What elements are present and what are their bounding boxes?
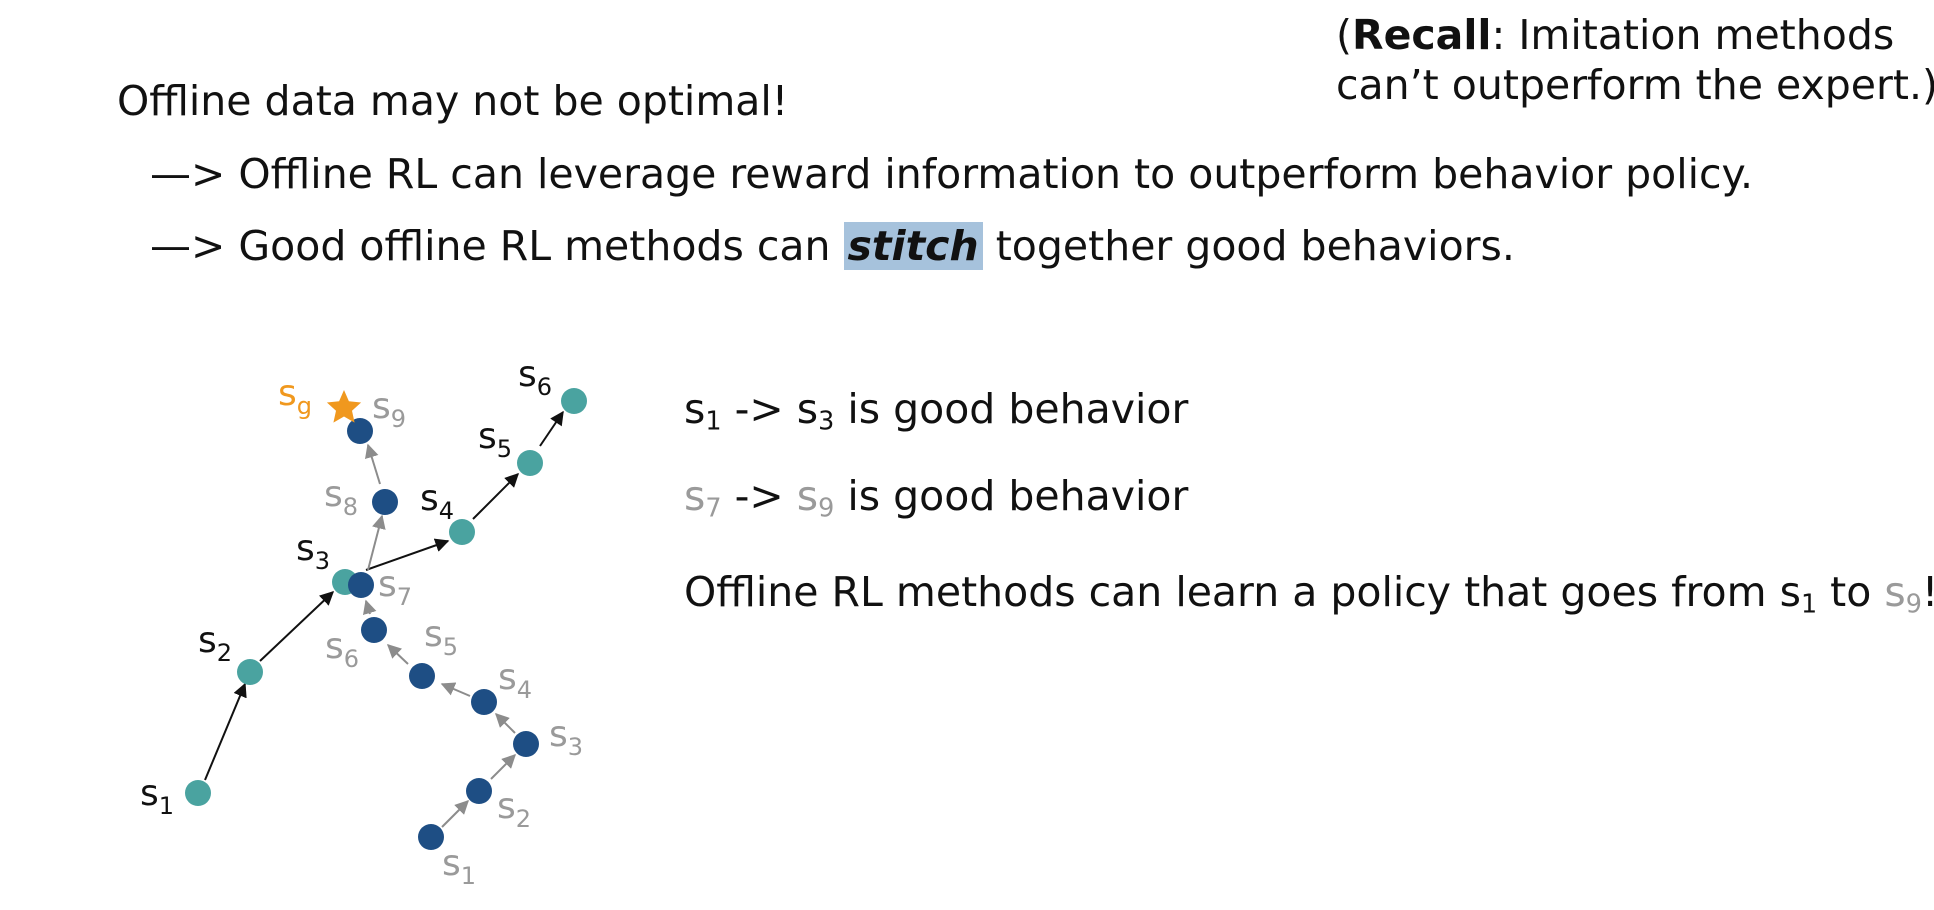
navy-label-s5: s5 (424, 614, 458, 661)
arrow-n8-n9 (365, 443, 381, 485)
teal-node-s1 (185, 780, 211, 806)
arrow-n7-n8 (367, 514, 386, 571)
arrow-t4-t5 (472, 473, 519, 520)
navy-node-s6 (361, 617, 387, 643)
navy-node-s9 (347, 418, 373, 444)
teal-label-s6: s6 (518, 354, 552, 401)
navy-node-s4 (471, 689, 497, 715)
navy-label-s8: s8 (324, 474, 358, 521)
arrow-n2-n3 (490, 754, 516, 780)
arrow-n3-n4 (495, 713, 516, 734)
arrow-t2-t3 (259, 591, 335, 662)
teal-label-s2: s2 (198, 620, 232, 667)
teal-node-s2 (237, 659, 263, 685)
arrow-n4-n5 (440, 682, 471, 697)
arrow-n5-n6 (386, 644, 409, 665)
goal-star-icon (326, 390, 362, 423)
navy-node-s8 (372, 489, 398, 515)
navy-label-s7: s7 (378, 564, 412, 611)
navy-label-s1: s1 (442, 843, 476, 890)
navy-label-s3: s3 (549, 714, 583, 761)
navy-label-s2: s2 (497, 786, 531, 833)
navy-label-s6: s6 (325, 626, 359, 673)
arrow-t5-t6 (539, 410, 564, 447)
navy-node-s1 (418, 824, 444, 850)
arrow-n1-n2 (441, 800, 469, 828)
arrow-t1-t2 (204, 682, 247, 781)
navy-node-s5 (409, 663, 435, 689)
trajectory-diagram: sg s1 s2 s3 s4 s5 s6 s1 s2 s3 s4 s5 s6 s… (140, 354, 587, 890)
navy-label-s9: s9 (372, 386, 406, 433)
navy-label-s4: s4 (498, 657, 532, 704)
navy-node-s2 (466, 778, 492, 804)
teal-label-s4: s4 (420, 478, 454, 525)
goal-label: sg (278, 373, 312, 420)
navy-node-s3 (513, 731, 539, 757)
teal-label-s5: s5 (478, 416, 512, 463)
teal-label-s1: s1 (140, 773, 174, 820)
teal-node-s5 (517, 450, 543, 476)
teal-node-s6 (561, 388, 587, 414)
navy-node-s7 (348, 572, 374, 598)
arrow-n6-n7 (363, 599, 377, 616)
teal-label-s3: s3 (296, 528, 330, 575)
